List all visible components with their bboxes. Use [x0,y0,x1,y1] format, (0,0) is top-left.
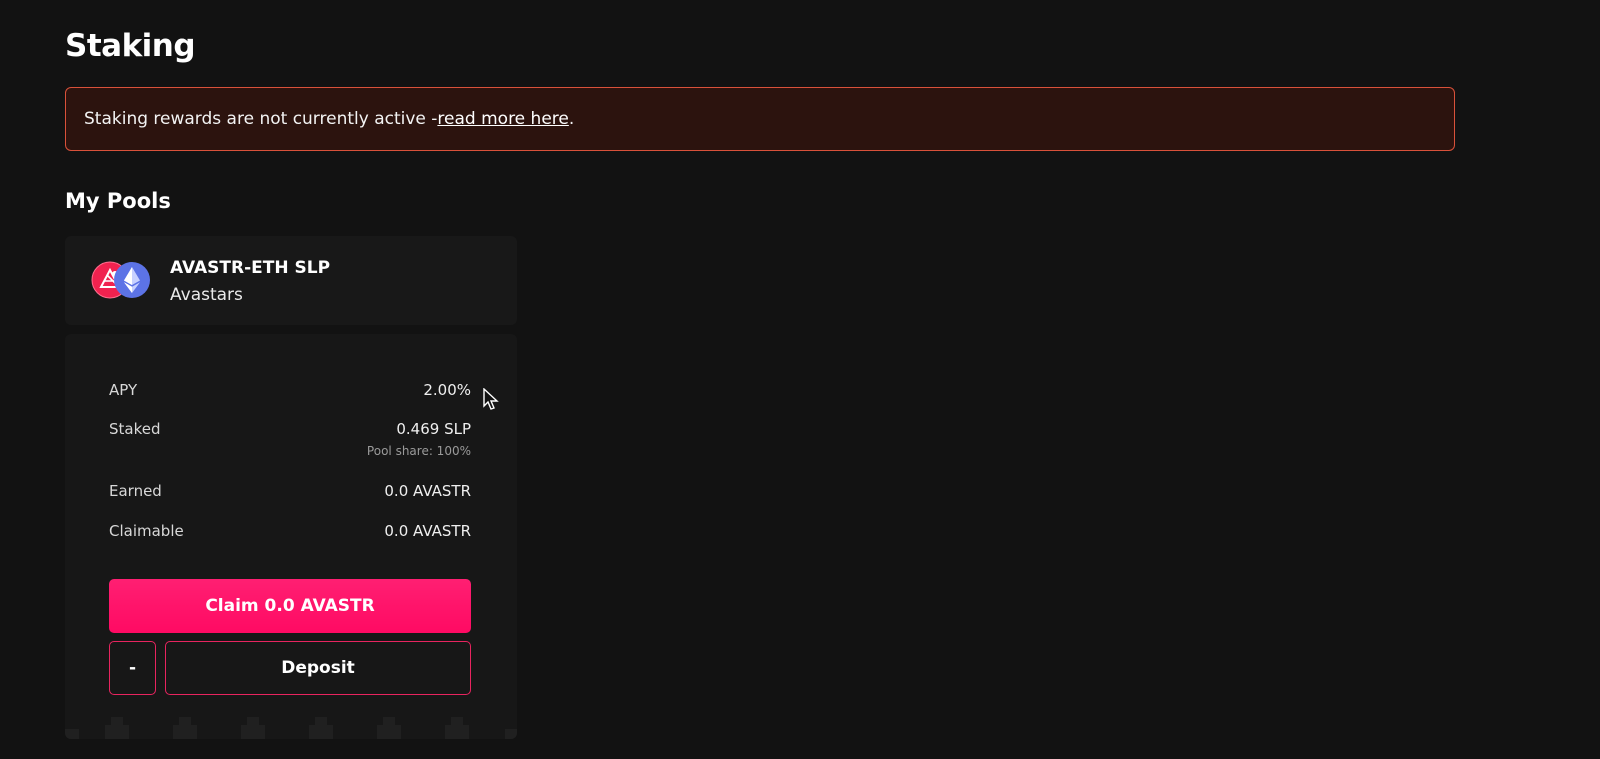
pool-name: AVASTR-ETH SLP [170,258,331,278]
ethereum-token-icon [114,262,150,298]
staked-label: Staked [109,420,161,438]
alert-suffix: . [568,109,575,129]
my-pools-heading: My Pools [65,189,171,213]
earned-label: Earned [109,482,162,500]
withdraw-button[interactable]: - [109,641,156,695]
staked-value: 0.469 SLP [396,420,471,438]
apy-value: 2.00% [423,381,471,399]
background-pattern [65,717,517,739]
deposit-button[interactable]: Deposit [165,641,471,695]
claimable-value: 0.0 AVASTR [384,522,471,540]
claim-button[interactable]: Claim 0.0 AVASTR [109,579,471,633]
mouse-pointer-icon [483,388,499,410]
read-more-link[interactable]: read more here [437,109,568,129]
earned-value: 0.0 AVASTR [384,482,471,500]
page-title: Staking [65,28,196,64]
token-pair-icons [91,261,153,299]
staking-alert-banner: Staking rewards are not currently active… [65,87,1455,151]
alert-text: Staking rewards are not currently active… [84,109,438,129]
pool-project: Avastars [170,285,243,305]
apy-label: APY [109,381,138,399]
claimable-label: Claimable [109,522,184,540]
pool-card-header: AVASTR-ETH SLP Avastars [65,236,517,325]
pool-card-body: APY 2.00% Staked 0.469 SLP Pool share: 1… [65,334,517,739]
pool-share: Pool share: 100% [366,444,471,458]
